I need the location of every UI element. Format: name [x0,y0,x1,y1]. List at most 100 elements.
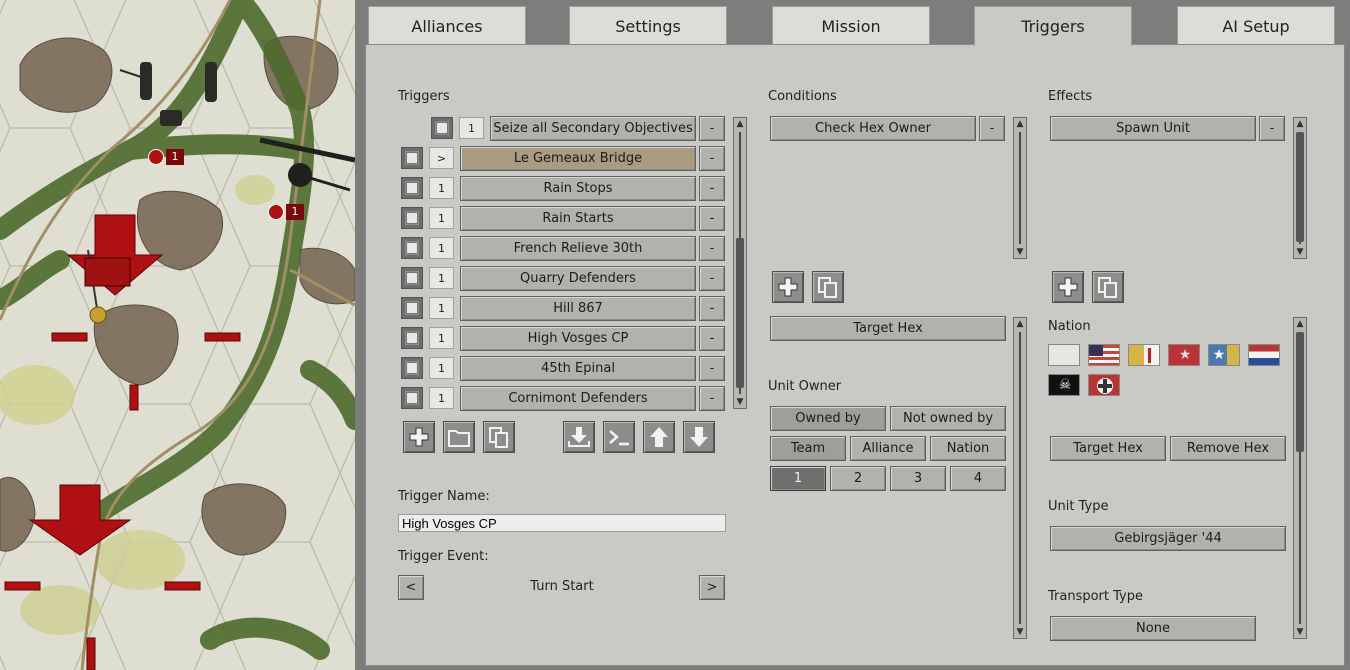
scroll-thumb[interactable] [736,238,744,388]
usa-flag-icon[interactable] [1088,344,1120,366]
trigger-checkbox[interactable] [401,267,423,289]
effects-scrollbar[interactable]: ▲ ▼ [1293,117,1307,259]
trigger-item[interactable]: 45th Epinal [460,356,696,381]
trigger-count[interactable]: 1 [429,327,454,349]
scroll-down-icon[interactable]: ▼ [1295,627,1305,637]
trigger-checkbox[interactable] [401,237,423,259]
trigger-checkbox[interactable] [401,357,423,379]
scroll-down-icon[interactable]: ▼ [1295,247,1305,257]
trigger-list-scrollbar[interactable]: ▲ ▼ [733,117,747,409]
remove-trigger-button[interactable]: - [699,266,725,291]
cross-flag-icon[interactable] [1088,374,1120,396]
script-console-button[interactable] [603,421,635,453]
team-1-button[interactable]: 1 [770,466,826,491]
un-flag-icon[interactable]: ★ [1208,344,1240,366]
remove-trigger-button[interactable]: - [699,206,725,231]
add-effect-button[interactable] [1052,271,1084,303]
trigger-count[interactable]: 1 [429,297,454,319]
trigger-count[interactable]: 1 [429,267,454,289]
move-down-button[interactable] [683,421,715,453]
scroll-down-icon[interactable]: ▼ [735,397,745,407]
effect-target-hex-button[interactable]: Target Hex [1050,436,1166,461]
remove-trigger-button[interactable]: - [699,356,725,381]
trigger-count[interactable]: 1 [429,237,454,259]
import-button[interactable] [563,421,595,453]
remove-trigger-button[interactable]: - [699,296,725,321]
trigger-item[interactable]: High Vosges CP [460,326,696,351]
condition-target-hex-button[interactable]: Target Hex [770,316,1006,341]
tactical-map[interactable]: 1 1 [0,0,355,670]
trigger-name-field[interactable] [398,514,726,532]
trigger-item[interactable]: Rain Starts [460,206,696,231]
not-owned-by-button[interactable]: Not owned by [890,406,1006,431]
scroll-up-icon[interactable]: ▲ [1015,319,1025,329]
trigger-count[interactable]: 1 [429,357,454,379]
remove-trigger-button[interactable]: - [699,236,725,261]
trigger-count[interactable]: 1 [429,177,454,199]
trigger-checkbox[interactable] [401,207,423,229]
trigger-checkbox[interactable] [401,387,423,409]
effect-details-scrollbar[interactable]: ▲ ▼ [1293,317,1307,639]
open-folder-button[interactable] [443,421,475,453]
trigger-item[interactable]: Seize all Secondary Objectives [490,116,696,141]
tab-ai-setup[interactable]: AI Setup [1177,6,1335,44]
team-4-button[interactable]: 4 [950,466,1006,491]
scroll-up-icon[interactable]: ▲ [735,119,745,129]
condition-item[interactable]: Check Hex Owner [770,116,976,141]
remove-trigger-button[interactable]: - [699,326,725,351]
tab-alliances[interactable]: Alliances [368,6,526,44]
trigger-count[interactable]: 1 [429,207,454,229]
add-trigger-button[interactable] [403,421,435,453]
trigger-checkbox[interactable] [401,147,423,169]
transport-type-select[interactable]: None [1050,616,1256,641]
scroll-down-icon[interactable]: ▼ [1015,247,1025,257]
tab-mission[interactable]: Mission [772,6,930,44]
remove-trigger-button[interactable]: - [699,146,725,171]
unit-marker[interactable]: 1 [268,204,306,220]
add-condition-button[interactable] [772,271,804,303]
trigger-checkbox[interactable] [401,327,423,349]
remove-effect-button[interactable]: - [1259,116,1285,141]
trigger-count[interactable]: 1 [459,117,484,139]
copy-trigger-button[interactable] [483,421,515,453]
trigger-item[interactable]: Cornimont Defenders [460,386,696,411]
alliance-button[interactable]: Alliance [850,436,926,461]
scroll-thumb[interactable] [1296,132,1304,242]
team-2-button[interactable]: 2 [830,466,886,491]
owned-by-button[interactable]: Owned by [770,406,886,431]
team-3-button[interactable]: 3 [890,466,946,491]
scroll-up-icon[interactable]: ▲ [1015,119,1025,129]
scroll-up-icon[interactable]: ▲ [1295,119,1305,129]
remove-trigger-button[interactable]: - [699,386,725,411]
star-flag-icon[interactable]: ★ [1168,344,1200,366]
event-prev-button[interactable]: < [398,575,424,600]
trigger-count[interactable]: > [429,147,454,169]
trigger-item[interactable]: Le Gemeaux Bridge [460,146,696,171]
effect-item[interactable]: Spawn Unit [1050,116,1256,141]
trigger-item[interactable]: Hill 867 [460,296,696,321]
trigger-checkbox[interactable] [401,177,423,199]
nation-button[interactable]: Nation [930,436,1006,461]
copy-effect-button[interactable] [1092,271,1124,303]
unit-marker[interactable]: 1 [148,149,186,165]
tab-triggers[interactable]: Triggers [974,6,1132,46]
skull-flag-icon[interactable]: ☠ [1048,374,1080,396]
unit-type-select[interactable]: Gebirgsjäger '44 [1050,526,1286,551]
event-next-button[interactable]: > [699,575,725,600]
trigger-checkbox[interactable] [431,117,453,139]
scroll-down-icon[interactable]: ▼ [1015,627,1025,637]
condition-details-scrollbar[interactable]: ▲ ▼ [1013,317,1027,639]
map-canvas[interactable] [0,0,355,670]
neutral-flag-icon[interactable] [1048,344,1080,366]
vatican-flag-icon[interactable] [1128,344,1160,366]
trigger-item[interactable]: Rain Stops [460,176,696,201]
conditions-scrollbar[interactable]: ▲ ▼ [1013,117,1027,259]
trigger-item[interactable]: Quarry Defenders [460,266,696,291]
move-up-button[interactable] [643,421,675,453]
team-button[interactable]: Team [770,436,846,461]
dutch-flag-icon[interactable] [1248,344,1280,366]
tab-settings[interactable]: Settings [569,6,727,44]
trigger-count[interactable]: 1 [429,387,454,409]
remove-trigger-button[interactable]: - [699,116,725,141]
remove-condition-button[interactable]: - [979,116,1005,141]
